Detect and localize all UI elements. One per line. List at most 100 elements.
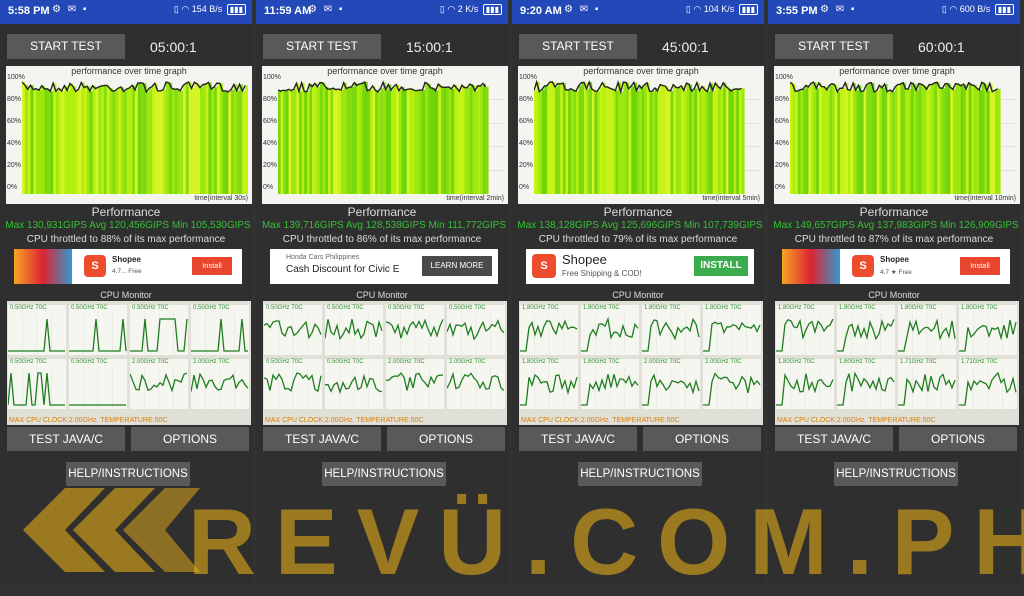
cpu-core-6: 2.00GHz T0C bbox=[642, 359, 700, 409]
y-tick-label: 40% bbox=[519, 140, 534, 147]
test-java-c-button[interactable]: TEST JAVA/C bbox=[263, 427, 381, 451]
cpu-core-3: 1.80GHz T0C bbox=[959, 305, 1017, 355]
performance-heading: Performance bbox=[859, 205, 929, 219]
start-test-button[interactable]: START TEST bbox=[775, 34, 893, 59]
test-duration: 60:00:1 bbox=[918, 39, 965, 55]
ad-banner[interactable]: Honda Cars Philippines Cash Discount for… bbox=[270, 249, 498, 284]
cpu-core-label: 1.80GHz T0C bbox=[900, 305, 937, 311]
start-test-button[interactable]: START TEST bbox=[519, 34, 637, 59]
status-bar: 9:20 AM ⚙ ✉ ▪ ▯ ◠ 104 K/s ▮▮▮ bbox=[512, 0, 764, 24]
y-tick-label: 80% bbox=[7, 96, 22, 103]
cpu-core-trace bbox=[191, 367, 249, 409]
cpu-core-label: 1.80GHz T0C bbox=[583, 305, 620, 311]
options-button[interactable]: OPTIONS bbox=[131, 427, 249, 451]
cpu-core-7: 1.71GHz T0C bbox=[959, 359, 1017, 409]
options-button[interactable]: OPTIONS bbox=[387, 427, 505, 451]
cpu-core-label: 1.71GHz T0C bbox=[900, 359, 937, 365]
network-speed: 104 K/s bbox=[703, 4, 735, 14]
y-tick-label: 0% bbox=[519, 184, 530, 191]
test-java-c-button[interactable]: TEST JAVA/C bbox=[519, 427, 637, 451]
cpu-core-label: 0.50GHz T0C bbox=[327, 305, 364, 311]
cpu-core-label: 0.50GHz T0C bbox=[266, 359, 303, 365]
wifi-icon: ◠ bbox=[181, 4, 190, 14]
ad-text: 4.7... Free bbox=[112, 268, 142, 275]
cpu-core-label: 1.80GHz T0C bbox=[522, 305, 559, 311]
performance-heading: Performance bbox=[603, 205, 673, 219]
network-speed: 154 B/s bbox=[191, 4, 223, 14]
cpu-core-6: 2.00GHz T0C bbox=[386, 359, 444, 409]
test-java-c-button[interactable]: TEST JAVA/C bbox=[775, 427, 893, 451]
cpu-core-0: 1.80GHz T0C bbox=[776, 305, 834, 355]
battery-icon: ▮▮▮ bbox=[738, 4, 758, 15]
cpu-core-1: 1.80GHz T0C bbox=[837, 305, 895, 355]
cpu-monitor-grid: MAX CPU CLOCK:2.00GHz, TEMPERATURE:50C 1… bbox=[775, 301, 1019, 425]
cpu-core-label: 1.80GHz T0C bbox=[839, 305, 876, 311]
help-instructions-button[interactable]: HELP/INSTRUCTIONS bbox=[66, 462, 190, 486]
ad-cta-button[interactable]: LEARN MORE bbox=[422, 256, 492, 276]
cpu-core-5: 1.80GHz T0C bbox=[837, 359, 895, 409]
notification-icons: ⚙ ✉ ▪ bbox=[52, 4, 89, 15]
cpu-core-3: 0.50GHz T0C bbox=[191, 305, 249, 355]
ad-cta-button[interactable]: Install bbox=[960, 257, 1000, 275]
status-indicators: ▯ ◠ 104 K/s ▮▮▮ bbox=[686, 4, 758, 15]
wifi-icon: ◠ bbox=[693, 4, 702, 14]
cpu-core-trace bbox=[447, 367, 505, 409]
cpu-core-7: 2.00GHz T0C bbox=[703, 359, 761, 409]
cpu-core-3: 0.50GHz T0C bbox=[447, 305, 505, 355]
cpu-core-4: 0.50GHz T0C bbox=[264, 359, 322, 409]
y-tick-label: 20% bbox=[7, 162, 22, 169]
start-test-button[interactable]: START TEST bbox=[263, 34, 381, 59]
ad-banner[interactable]: S Shopee 4.7... Free Install bbox=[14, 249, 242, 284]
test-duration: 45:00:1 bbox=[662, 39, 709, 55]
help-instructions-button[interactable]: HELP/INSTRUCTIONS bbox=[322, 462, 446, 486]
status-indicators: ▯ ◠ 154 B/s ▮▮▮ bbox=[174, 4, 246, 15]
cpu-core-2: 0.50GHz T0C bbox=[130, 305, 188, 355]
screenshot-collage: 5:58 PM ⚙ ✉ ▪ ▯ ◠ 154 B/s ▮▮▮ START TEST… bbox=[0, 0, 1024, 585]
ad-banner[interactable]: S Shopee 4.7 ★ Free Install bbox=[782, 249, 1010, 284]
shopee-logo-icon: S bbox=[852, 255, 874, 277]
performance-plot bbox=[534, 79, 760, 194]
cpu-core-trace bbox=[520, 313, 578, 355]
cpu-core-2: 1.80GHz T0C bbox=[642, 305, 700, 355]
cpu-core-1: 1.80GHz T0C bbox=[581, 305, 639, 355]
graph-title: performance over time graph bbox=[583, 66, 699, 76]
benchmark-panel-3: 9:20 AM ⚙ ✉ ▪ ▯ ◠ 104 K/s ▮▮▮ START TEST… bbox=[512, 0, 764, 585]
help-instructions-button[interactable]: HELP/INSTRUCTIONS bbox=[834, 462, 958, 486]
ad-product-image bbox=[14, 249, 72, 284]
help-instructions-button[interactable]: HELP/INSTRUCTIONS bbox=[578, 462, 702, 486]
performance-graph: performance over time graph time(interva… bbox=[518, 66, 764, 204]
benchmark-panel-2: 11:59 AM ⚙ ✉ ▪ ▯ ◠ 2 K/s ▮▮▮ START TEST … bbox=[256, 0, 508, 585]
graph-interval: time(interval 10min) bbox=[954, 195, 1016, 202]
performance-values: Max 149,657GIPS Avg 137,983GIPS Min 126,… bbox=[773, 220, 1019, 231]
y-tick-label: 0% bbox=[7, 184, 18, 191]
cpu-core-label: 0.50GHz T0C bbox=[10, 305, 47, 311]
cpu-core-5: 0.50GHz T0C bbox=[325, 359, 383, 409]
network-speed: 2 K/s bbox=[457, 4, 479, 14]
status-indicators: ▯ ◠ 600 B/s ▮▮▮ bbox=[942, 4, 1014, 15]
cpu-core-trace bbox=[837, 313, 895, 355]
ad-cta-button[interactable]: INSTALL bbox=[694, 256, 748, 276]
y-tick-label: 20% bbox=[775, 162, 790, 169]
cpu-monitor-title: CPU Monitor bbox=[868, 290, 920, 300]
cpu-core-trace bbox=[325, 313, 383, 355]
cpu-monitor-title: CPU Monitor bbox=[612, 290, 664, 300]
throttle-summary: CPU throttled to 79% of its max performa… bbox=[538, 234, 738, 245]
status-indicators: ▯ ◠ 2 K/s ▮▮▮ bbox=[440, 4, 502, 15]
options-button[interactable]: OPTIONS bbox=[899, 427, 1017, 451]
y-tick-label: 60% bbox=[7, 118, 22, 125]
cpu-core-3: 1.80GHz T0C bbox=[703, 305, 761, 355]
test-java-c-button[interactable]: TEST JAVA/C bbox=[7, 427, 125, 451]
shopee-logo-icon: S bbox=[532, 254, 556, 278]
ad-brand: Shopee bbox=[112, 255, 141, 264]
ad-cta-button[interactable]: Install bbox=[192, 257, 232, 275]
cpu-core-0: 1.80GHz T0C bbox=[520, 305, 578, 355]
performance-values: Max 130,931GIPS Avg 120,456GIPS Min 105,… bbox=[5, 220, 251, 231]
cpu-core-trace bbox=[959, 313, 1017, 355]
notification-icons: ⚙ ✉ ▪ bbox=[564, 4, 601, 15]
vibrate-icon: ▯ bbox=[941, 4, 947, 14]
shopee-logo-icon: S bbox=[84, 255, 106, 277]
ad-banner[interactable]: S Shopee Free Shipping & COD! INSTALL bbox=[526, 249, 754, 284]
cpu-core-trace bbox=[898, 367, 956, 409]
start-test-button[interactable]: START TEST bbox=[7, 34, 125, 59]
options-button[interactable]: OPTIONS bbox=[643, 427, 761, 451]
